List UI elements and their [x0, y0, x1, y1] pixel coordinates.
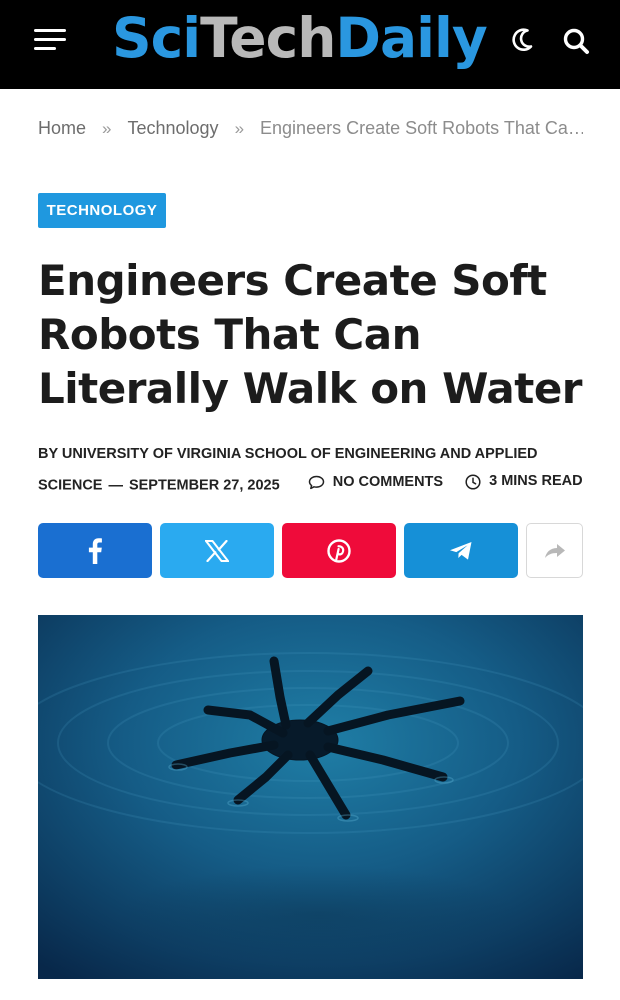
- share-facebook-button[interactable]: [38, 523, 152, 578]
- share-pinterest-button[interactable]: [282, 523, 396, 578]
- site-header: SciTechDaily: [0, 0, 620, 89]
- facebook-icon: [88, 537, 102, 564]
- breadcrumb-home[interactable]: Home: [38, 118, 86, 138]
- comments-link[interactable]: NO COMMENTS: [308, 469, 443, 496]
- clock-icon: [465, 473, 481, 490]
- x-icon: [205, 539, 229, 562]
- site-logo[interactable]: SciTechDaily: [112, 6, 488, 70]
- share-arrow-icon: [544, 543, 565, 558]
- article-meta: BY UNIVERSITY OF VIRGINIA SCHOOL OF ENGI…: [38, 441, 586, 500]
- menu-icon[interactable]: [34, 29, 66, 51]
- logo-part-sci: Sci: [112, 6, 201, 70]
- article-title: Engineers Create Soft Robots That Can Li…: [38, 256, 583, 413]
- breadcrumb-current: Engineers Create Soft Robots That Ca…: [260, 118, 583, 138]
- publish-date: SEPTEMBER 27, 2025: [128, 477, 280, 494]
- breadcrumb: Home » Technology » Engineers Create Soft Ro…: [38, 118, 583, 142]
- share-telegram-button[interactable]: [404, 523, 518, 578]
- moon-icon[interactable]: [512, 26, 540, 54]
- comments-count: NO COMMENTS: [332, 473, 444, 490]
- logo-part-daily: Daily: [335, 6, 487, 70]
- comment-icon: [308, 475, 324, 489]
- water-strider-robot-image: [38, 615, 583, 979]
- share-buttons: [38, 523, 583, 578]
- pinterest-icon: [327, 538, 351, 563]
- search-icon[interactable]: [562, 27, 590, 55]
- telegram-icon: [450, 541, 472, 560]
- share-x-button[interactable]: [160, 523, 274, 578]
- logo-part-tech: Tech: [200, 6, 336, 70]
- category-badge[interactable]: TECHNOLOGY: [38, 193, 166, 228]
- read-time-label: 3 MINS READ: [489, 473, 583, 489]
- breadcrumb-separator: »: [102, 119, 112, 138]
- meta-dash: —: [108, 477, 123, 494]
- breadcrumb-separator: »: [234, 119, 245, 138]
- read-time: 3 MINS READ: [465, 468, 583, 495]
- hero-image[interactable]: [38, 615, 583, 979]
- share-more-button[interactable]: [526, 523, 583, 578]
- breadcrumb-category[interactable]: Technology: [127, 118, 218, 138]
